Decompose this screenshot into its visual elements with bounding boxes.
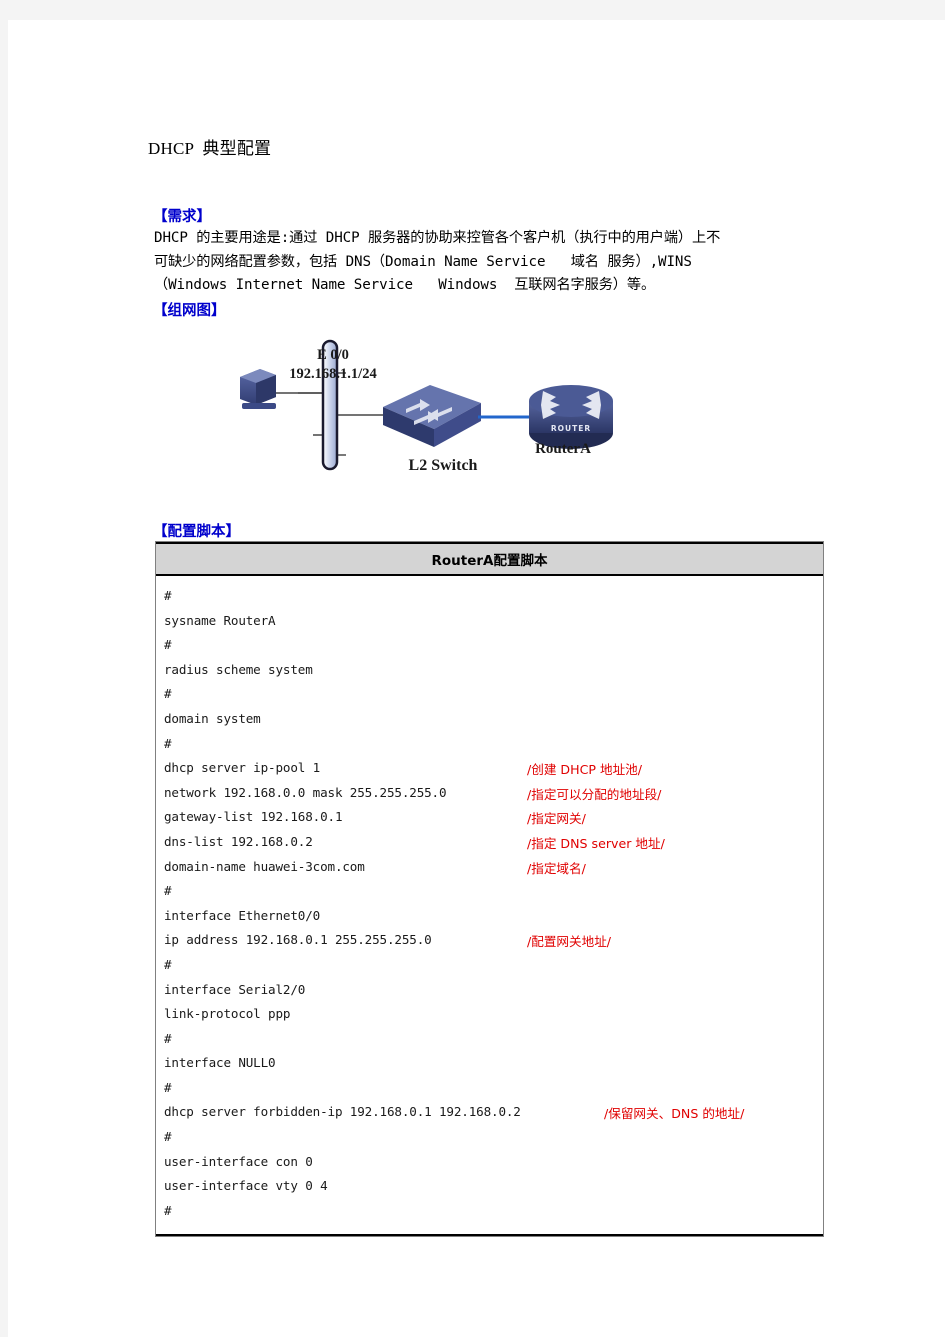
config-line: dhcp server forbidden-ip 192.168.0.1 192… <box>156 1101 823 1126</box>
config-command: domain-name huawei-3com.com <box>164 858 365 874</box>
config-line: interface Serial2/0 <box>156 979 823 1004</box>
requirement-line: DHCP 的主要用途是:通过 DHCP 服务器的协助来控管各个客户机（执行中的用… <box>154 230 721 246</box>
config-line: domain system <box>156 708 823 733</box>
config-comment: /配置网关地址/ <box>527 934 612 950</box>
config-command: radius scheme system <box>164 661 313 677</box>
config-line: ip address 192.168.0.1 255.255.255.0/配置网… <box>156 929 823 954</box>
config-command: domain system <box>164 710 261 726</box>
config-comment: /指定网关/ <box>527 811 586 827</box>
requirement-line: （Windows Internet Name Service Windows 互… <box>154 277 656 293</box>
config-table-header: RouterA配置脚本 <box>156 542 823 575</box>
router-icon: ROUTER <box>529 385 613 449</box>
config-line: network 192.168.0.0 mask 255.255.255.0/指… <box>156 782 823 807</box>
config-command: # <box>164 1202 172 1218</box>
config-line: user-interface con 0 <box>156 1151 823 1176</box>
config-command: user-interface con 0 <box>164 1153 313 1169</box>
config-command: gateway-list 192.168.0.1 <box>164 809 343 825</box>
config-command: # <box>164 637 172 653</box>
config-line: dhcp server ip-pool 1/创建 DHCP 地址池/ <box>156 757 823 782</box>
config-command: interface Serial2/0 <box>164 981 306 997</box>
config-comment: /指定域名/ <box>527 860 586 876</box>
config-command: interface Ethernet0/0 <box>164 907 321 923</box>
config-line: # <box>156 1200 823 1225</box>
config-line: # <box>156 954 823 979</box>
config-script-table: RouterA配置脚本 # sysname RouterA # radius sche… <box>155 541 824 1238</box>
section-label-topology: 【组网图】 <box>153 303 226 319</box>
config-table-body: # sysname RouterA # radius scheme system # do… <box>156 575 823 1237</box>
requirement-body: DHCP 的主要用途是:通过 DHCP 服务器的协助来控管各个客户机（执行中的用… <box>154 227 844 298</box>
topology-switch-label: L2 Switch <box>408 457 478 474</box>
config-command: # <box>164 1129 172 1145</box>
config-line: # <box>156 634 823 659</box>
topology-interface-label: E 0/0 192.168.1.1/24 <box>238 346 428 384</box>
config-line: # <box>156 585 823 610</box>
config-line: # <box>156 880 823 905</box>
config-command: user-interface vty 0 4 <box>164 1178 328 1194</box>
config-command: link-protocol ppp <box>164 1006 291 1022</box>
topology-router-label: RouterA <box>535 441 591 457</box>
config-comment: /保留网关、DNS 的地址/ <box>604 1106 745 1122</box>
config-command: dhcp server forbidden-ip 192.168.0.1 192… <box>164 1104 521 1120</box>
requirement-line: 可缺少的网络配置参数，包括 DNS（Domain Name Service 域名… <box>154 253 692 270</box>
topology-interface-line: E 0/0 <box>317 347 349 363</box>
topology-interface-line: 192.168.1.1/24 <box>289 366 377 382</box>
config-command: # <box>164 956 172 972</box>
config-line: gateway-list 192.168.0.1/指定网关/ <box>156 806 823 831</box>
config-line: interface Ethernet0/0 <box>156 905 823 930</box>
config-line: sysname RouterA <box>156 610 823 635</box>
page-title: DHCP 典型配置 <box>148 139 272 158</box>
svg-text:ROUTER: ROUTER <box>551 424 591 433</box>
config-command: network 192.168.0.0 mask 255.255.255.0 <box>164 784 447 800</box>
config-comment: /指定 DNS server 地址/ <box>527 835 665 851</box>
config-line: # <box>156 1126 823 1151</box>
config-line: interface NULL0 <box>156 1052 823 1077</box>
config-command: # <box>164 1030 172 1046</box>
config-line: # <box>156 1077 823 1102</box>
config-line: # <box>156 1028 823 1053</box>
config-command: # <box>164 735 172 751</box>
config-command: # <box>164 588 172 603</box>
switch-icon <box>383 385 481 447</box>
config-line: dns-list 192.168.0.2/指定 DNS server 地址/ <box>156 831 823 856</box>
config-line: link-protocol ppp <box>156 1003 823 1028</box>
config-line: radius scheme system <box>156 659 823 684</box>
config-command: dns-list 192.168.0.2 <box>164 833 313 849</box>
config-command: sysname RouterA <box>164 612 276 628</box>
config-line: domain-name huawei-3com.com/指定域名/ <box>156 856 823 881</box>
config-command: ip address 192.168.0.1 255.255.255.0 <box>164 932 432 948</box>
config-line: # <box>156 683 823 708</box>
config-comment: /创建 DHCP 地址池/ <box>527 762 643 778</box>
config-command: interface NULL0 <box>164 1055 276 1071</box>
config-line: # <box>156 733 823 758</box>
config-command: # <box>164 1079 172 1095</box>
config-table-header-title: RouterA配置脚本 <box>431 553 548 569</box>
config-comment: /指定可以分配的地址段/ <box>527 786 662 802</box>
document-page: DHCP 典型配置 【需求】 DHCP 的主要用途是:通过 DHCP 服务器的协… <box>8 20 945 1337</box>
config-command: dhcp server ip-pool 1 <box>164 760 321 776</box>
section-label-script: 【配置脚本】 <box>153 524 240 540</box>
section-label-requirement: 【需求】 <box>153 209 211 225</box>
config-command: # <box>164 883 172 899</box>
config-command: # <box>164 686 172 702</box>
config-line: user-interface vty 0 4 <box>156 1175 823 1200</box>
